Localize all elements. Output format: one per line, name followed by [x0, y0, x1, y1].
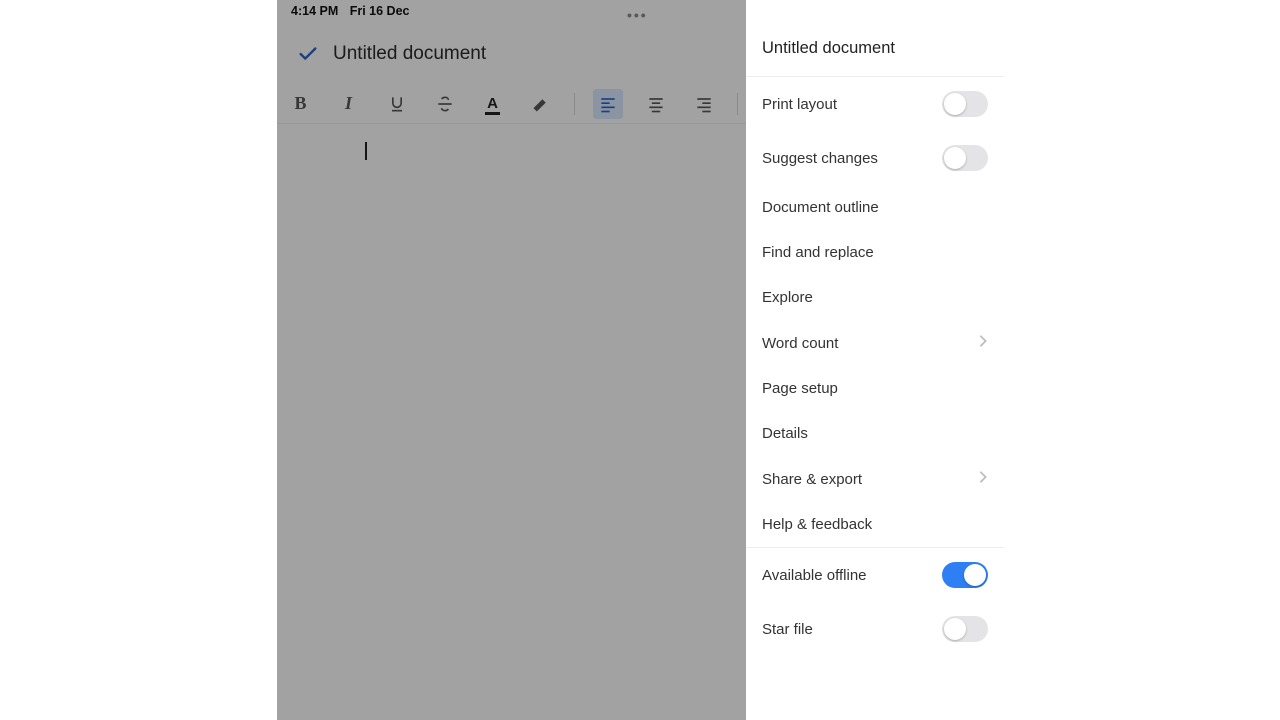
toolbar-divider: [574, 93, 575, 115]
menu-item-label: Star file: [762, 621, 813, 638]
status-time: 4:14 PM: [291, 4, 338, 18]
chevron-right-icon: [978, 334, 988, 352]
menu-item-label: Find and replace: [762, 244, 874, 261]
menu-item-label: Available offline: [762, 567, 867, 584]
align-right-button[interactable]: [689, 89, 719, 119]
menu-item-label: Suggest changes: [762, 150, 878, 167]
menu-item-explore[interactable]: Explore: [746, 275, 1004, 320]
panel-menu: Print layout Suggest changes Document outl…: [746, 77, 1004, 656]
chevron-right-icon: [978, 470, 988, 488]
menu-item-label: Word count: [762, 335, 838, 352]
menu-item-print-layout[interactable]: Print layout: [746, 77, 1004, 131]
document-title[interactable]: Untitled document: [333, 43, 486, 65]
align-left-button[interactable]: [593, 89, 623, 119]
status-date: Fri 16 Dec: [350, 4, 410, 18]
align-center-button[interactable]: [641, 89, 671, 119]
editor-panel: 4:14 PM Fri 16 Dec ••• Untitled document…: [277, 0, 746, 720]
menu-item-label: Print layout: [762, 96, 837, 113]
menu-item-label: Document outline: [762, 199, 879, 216]
menu-item-help-feedback[interactable]: Help & feedback: [746, 502, 1004, 548]
menu-item-label: Help & feedback: [762, 516, 872, 533]
menu-item-page-setup[interactable]: Page setup: [746, 366, 1004, 411]
menu-item-star-file[interactable]: Star file: [746, 602, 1004, 656]
strikethrough-button[interactable]: [430, 89, 460, 119]
document-menu-panel: Untitled document Print layout Suggest ch…: [746, 0, 1004, 720]
toolbar-divider: [737, 93, 738, 115]
underline-button[interactable]: [382, 89, 412, 119]
status-bar-left: 4:14 PM Fri 16 Dec: [291, 4, 410, 18]
menu-item-find-and-replace[interactable]: Find and replace: [746, 230, 1004, 275]
toggle[interactable]: [942, 145, 988, 171]
menu-item-details[interactable]: Details: [746, 411, 1004, 456]
more-menu-icon[interactable]: •••: [627, 7, 648, 23]
title-bar: Untitled document: [277, 36, 746, 72]
menu-item-suggest-changes[interactable]: Suggest changes: [746, 131, 1004, 185]
menu-item-label: Details: [762, 425, 808, 442]
highlight-button[interactable]: [526, 89, 556, 119]
done-check-icon[interactable]: [297, 43, 319, 65]
menu-item-label: Explore: [762, 289, 813, 306]
menu-item-label: Share & export: [762, 471, 862, 488]
italic-button[interactable]: I: [334, 89, 364, 119]
menu-item-available-offline[interactable]: Available offline: [746, 548, 1004, 602]
menu-item-word-count[interactable]: Word count: [746, 320, 1004, 366]
toggle[interactable]: [942, 616, 988, 642]
bold-button[interactable]: B: [286, 89, 316, 119]
toggle[interactable]: [942, 562, 988, 588]
panel-title: Untitled document: [746, 26, 1004, 77]
text-color-button[interactable]: A: [478, 89, 508, 119]
text-cursor: [365, 142, 367, 160]
menu-item-label: Page setup: [762, 380, 838, 397]
menu-item-share-export[interactable]: Share & export: [746, 456, 1004, 502]
format-toolbar: B I A: [277, 84, 746, 124]
toggle[interactable]: [942, 91, 988, 117]
menu-item-document-outline[interactable]: Document outline: [746, 185, 1004, 230]
